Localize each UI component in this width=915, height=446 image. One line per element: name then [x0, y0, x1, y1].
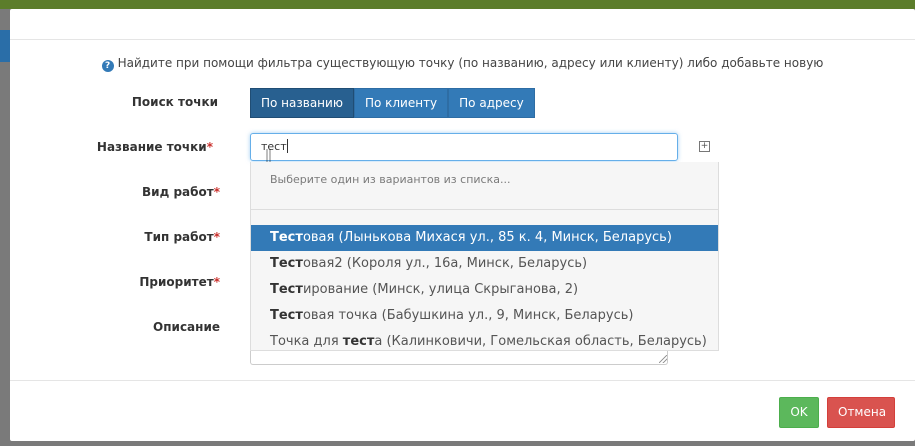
search-by-name-button[interactable]: По названию — [250, 88, 354, 118]
background-nav-tab — [0, 30, 10, 62]
mouse-cursor — [266, 149, 271, 163]
question-circle-icon: ? — [101, 60, 114, 72]
ok-button[interactable]: OK — [779, 397, 819, 428]
dropdown-option[interactable]: Тестовая точка (Бабушкина ул., 9, Минск,… — [251, 303, 718, 329]
point-name-label: Название точки* — [96, 140, 213, 154]
info-text: Найдите при помощи фильтра существующую … — [117, 56, 824, 70]
search-mode-toggle: По названию По клиенту По адресу — [250, 88, 535, 118]
info-message: ? Найдите при помощи фильтра существующую… — [10, 56, 915, 72]
dropdown-hint: Выберите один из вариантов из списка... — [270, 173, 511, 186]
search-by-address-button[interactable]: По адресу — [448, 88, 535, 118]
dropdown-divider — [251, 209, 718, 210]
resize-grip-icon[interactable] — [659, 355, 667, 363]
modal-header — [10, 9, 915, 40]
dropdown-option[interactable]: Тестирование (Минск, улица Скрыганова, 2… — [251, 277, 718, 303]
autocomplete-dropdown: Выберите один из вариантов из списка... … — [250, 162, 719, 351]
search-label: Поиск точки — [131, 95, 218, 109]
search-by-client-button[interactable]: По клиенту — [353, 88, 449, 118]
point-name-input[interactable]: тест — [250, 133, 678, 161]
dropdown-option[interactable]: Тестовая (Лынькова Михася ул., 85 к. 4, … — [251, 225, 718, 251]
priority-label: Приоритет* — [139, 275, 220, 289]
app-top-bar — [0, 0, 915, 9]
description-label: Описание — [153, 320, 220, 334]
work-type-label: Тип работ* — [144, 230, 220, 244]
work-kind-label: Вид работ* — [142, 185, 220, 199]
dropdown-option[interactable]: Тестовая2 (Короля ул., 16а, Минск, Белар… — [251, 251, 718, 277]
cancel-button[interactable]: Отмена — [827, 397, 895, 428]
add-point-icon[interactable]: + — [699, 141, 710, 152]
add-point-modal: ? Найдите при помощи фильтра существующую… — [10, 9, 915, 441]
dropdown-option[interactable]: Точка для теста (Калинковичи, Гомельская… — [251, 329, 718, 355]
